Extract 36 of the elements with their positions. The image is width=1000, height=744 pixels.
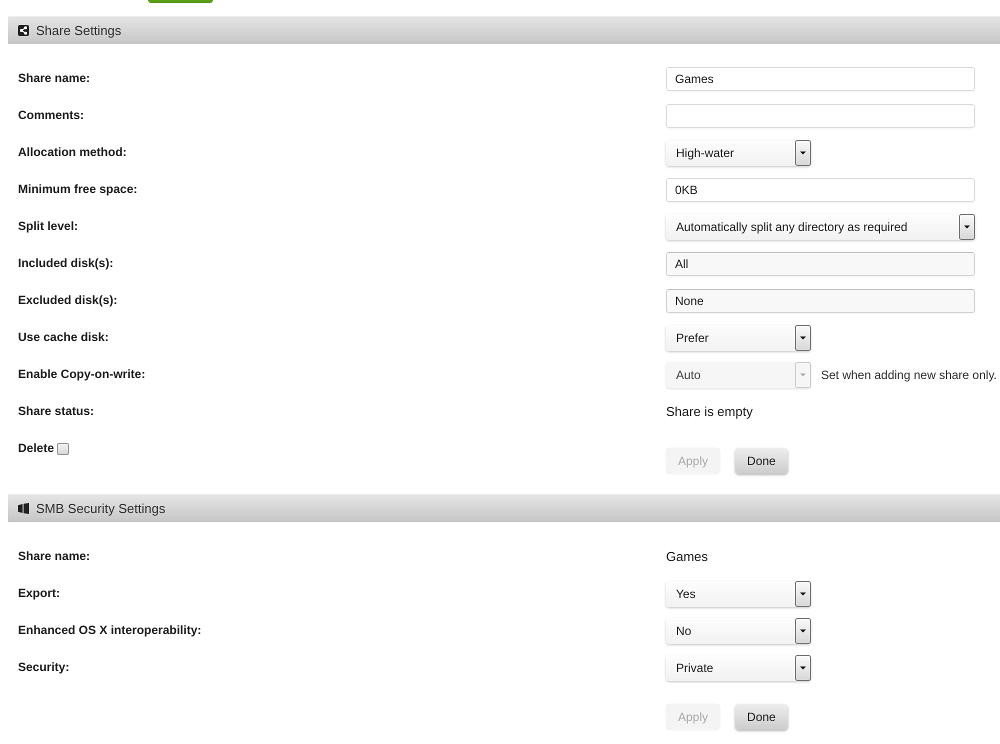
form-button[interactable]: Done (735, 448, 788, 474)
field-label: Share name: (18, 549, 90, 563)
form-button[interactable]: Done (735, 704, 788, 730)
field-label: Split level: (18, 219, 78, 233)
field-label: Allocation method: (18, 145, 127, 159)
text-field[interactable]: Games (666, 66, 975, 90)
dropdown[interactable]: Yes (666, 580, 811, 606)
section-title: Share Settings (36, 22, 122, 40)
dropdown[interactable]: Automatically split any directory as required (666, 214, 975, 240)
value-text: Share is empty (666, 402, 753, 421)
field-label: Share name: (18, 71, 90, 85)
disk-picker-field[interactable]: All (666, 252, 975, 276)
checkbox[interactable] (57, 442, 70, 454)
field-label: Enhanced OS X interoperability: (18, 623, 202, 637)
field-label: Export: (18, 586, 60, 600)
field-label: Comments: (18, 108, 84, 122)
value-text: Games (666, 548, 708, 566)
field-label: Use cache disk: (18, 330, 109, 344)
windows-icon (18, 503, 29, 514)
field-label: Minimum free space: (18, 182, 138, 196)
hint-text: Set when adding new share only. (821, 366, 997, 384)
field-label: Share status: (18, 404, 94, 418)
disk-picker-field[interactable]: None (666, 288, 975, 312)
dropdown[interactable]: Private (666, 654, 811, 680)
text-field[interactable]: 0KB (666, 178, 975, 202)
dropdown[interactable]: High-water (666, 140, 811, 166)
field-label: Excluded disk(s): (18, 293, 118, 307)
checkbox-label: Delete (18, 440, 54, 457)
dropdown[interactable]: No (666, 618, 811, 644)
section-title: SMB Security Settings (36, 500, 166, 518)
field-label: Security: (18, 660, 70, 674)
text-field[interactable] (666, 104, 975, 128)
field-label: Included disk(s): (18, 256, 114, 270)
field-label: Enable Copy-on-write: (18, 367, 146, 381)
share-icon (18, 25, 29, 36)
dropdown[interactable]: Prefer (666, 324, 811, 350)
